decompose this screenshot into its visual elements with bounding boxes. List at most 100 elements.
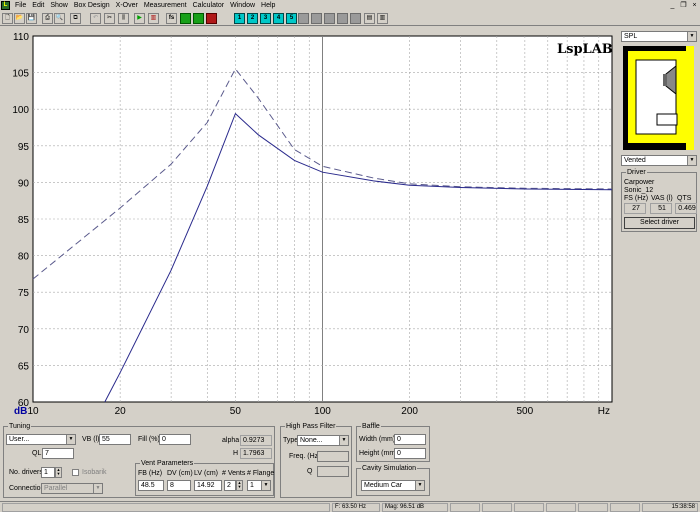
new-file-icon[interactable]: 🗋 <box>2 13 13 24</box>
ql-input[interactable]: 7 <box>42 448 74 459</box>
vents-spinner[interactable]: ▲ ▼ <box>236 480 243 491</box>
slot-2-icon[interactable] <box>311 13 322 24</box>
h-value: 1.7963 <box>240 448 272 459</box>
menu-box-design[interactable]: Box Design <box>71 0 113 11</box>
x-tick-label: 10 <box>27 406 39 417</box>
y-tick-label: 70 <box>18 325 30 336</box>
y-tick-label: 65 <box>18 361 30 372</box>
menu-calculator[interactable]: Calculator <box>190 0 228 11</box>
y-tick-label: 105 <box>12 69 29 80</box>
baffle-title: Baffle <box>361 423 381 430</box>
view-select[interactable]: SPL ▼ <box>621 31 697 42</box>
vents-input[interactable]: 2 <box>224 480 236 491</box>
status-empty <box>2 503 330 512</box>
status-frequency: F: 63.50 Hz <box>332 503 380 512</box>
high-pass-group: High Pass Filter Type None... ▼ Freq. (H… <box>280 423 352 498</box>
fb-input[interactable]: 48.5 <box>138 480 164 491</box>
menu-measurement[interactable]: Measurement <box>141 0 190 11</box>
status-cell-8 <box>610 503 640 512</box>
open-folder-icon[interactable]: 📂 <box>14 13 25 24</box>
preset-3-button[interactable]: 3 <box>260 13 271 24</box>
menu-edit[interactable]: Edit <box>29 0 47 11</box>
tuning-group: Tuning User... ▼ VB (l) 55 Fill (%) 0 QL… <box>3 423 275 498</box>
print-icon[interactable]: ⎙ <box>42 13 53 24</box>
hp-type-select[interactable]: None... ▼ <box>297 435 349 446</box>
no-drivers-spinner[interactable]: ▲ ▼ <box>55 467 62 478</box>
box-diagram <box>623 46 694 150</box>
baffle-height-input[interactable]: 0 <box>394 448 426 459</box>
spl-chart-area: 110 105 100 95 90 85 80 75 70 65 60 10 20 50 100 200 500… <box>0 28 616 420</box>
flange-select[interactable]: 1 ▼ <box>247 480 271 491</box>
view-select-value: SPL <box>624 33 638 40</box>
preset-5-button[interactable]: 5 <box>286 13 297 24</box>
slot-1-icon[interactable] <box>298 13 309 24</box>
menu-x-over[interactable]: X-Over <box>113 0 141 11</box>
horizontal-split-icon[interactable]: ▤ <box>364 13 375 24</box>
menu-file[interactable]: File <box>12 0 29 11</box>
slot-4-icon[interactable] <box>337 13 348 24</box>
minimize-icon[interactable]: _ <box>668 1 677 10</box>
hp-q-input[interactable] <box>317 466 349 477</box>
status-magnitude: Mag: 96.51 dB <box>382 503 448 512</box>
close-icon[interactable]: × <box>690 1 699 10</box>
isobarik-checkbox[interactable] <box>72 469 79 476</box>
baffle-width-input[interactable]: 0 <box>394 434 426 445</box>
menu-show[interactable]: Show <box>47 0 71 11</box>
menu-window[interactable]: Window <box>227 0 258 11</box>
cavity-select[interactable]: Medium Car ▼ <box>361 480 425 491</box>
fs-button[interactable]: fs <box>166 13 177 24</box>
save-icon[interactable]: 💾 <box>26 13 37 24</box>
app-icon[interactable]: L <box>1 1 10 10</box>
right-panel: SPL ▼ Vented ▼ Driver Carpower Sonic_12 … <box>619 28 700 420</box>
copy-icon[interactable]: ⧉ <box>70 13 81 24</box>
y-tick-label: 75 <box>18 288 30 299</box>
lv-header: LV (cm) <box>194 470 218 477</box>
print-preview-icon[interactable]: 🔍 <box>54 13 65 24</box>
slot-5-icon[interactable] <box>350 13 361 24</box>
connection-select[interactable]: Parallel ▼ <box>41 483 103 494</box>
fill-input[interactable]: 0 <box>159 434 191 445</box>
record-green-icon[interactable] <box>180 13 191 24</box>
hp-freq-input[interactable] <box>317 451 349 462</box>
y-tick-label: 100 <box>12 105 29 116</box>
high-pass-title: High Pass Filter <box>285 423 337 430</box>
preset-1-button[interactable]: 1 <box>234 13 245 24</box>
no-drivers-input[interactable]: 1 <box>41 467 55 478</box>
vent-parameters-group: Vent Parameters FB (Hz) DV (cm) LV (cm) … <box>135 460 274 496</box>
lv-input[interactable]: 14.92 <box>194 480 222 491</box>
y-tick-label: 110 <box>13 32 29 43</box>
bars-icon[interactable]: ⫼ <box>118 13 129 24</box>
box-type-select[interactable]: Vented ▼ <box>621 155 697 166</box>
cavity-value: Medium Car <box>364 482 403 489</box>
bar-chart-icon[interactable]: ▥ <box>148 13 159 24</box>
chevron-down-icon: ▼ <box>93 484 102 493</box>
vertical-split-icon[interactable]: ▥ <box>377 13 388 24</box>
y-tick-label: 95 <box>18 142 30 153</box>
preset-2-button[interactable]: 2 <box>247 13 258 24</box>
dv-input[interactable]: 8 <box>167 480 191 491</box>
spl-chart[interactable]: 110105100959085807570656010 20 50 100 200 500… <box>0 28 616 420</box>
run-icon[interactable]: ▶ <box>134 13 145 24</box>
tuning-mode-select[interactable]: User... ▼ <box>6 434 76 445</box>
chevron-down-icon: ▼ <box>66 435 75 444</box>
vb-input[interactable]: 55 <box>99 434 131 445</box>
x-tick-label: 20 <box>115 406 127 417</box>
restore-icon[interactable]: ❐ <box>679 1 688 10</box>
stop-icon[interactable] <box>206 13 217 24</box>
hp-type-value: None... <box>300 437 323 444</box>
preset-4-button[interactable]: 4 <box>273 13 284 24</box>
status-bar: F: 63.50 Hz Mag: 96.51 dB 15:38:58 <box>0 501 700 512</box>
chevron-down-icon: ▼ <box>415 481 424 490</box>
menu-help[interactable]: Help <box>258 0 278 11</box>
select-driver-button[interactable]: Select driver <box>624 217 695 229</box>
chevron-down-icon: ▼ <box>687 32 696 41</box>
tuning-title: Tuning <box>8 423 32 430</box>
dv-header: DV (cm) <box>167 470 193 477</box>
qts-header: QTS <box>677 195 692 202</box>
cut-icon[interactable]: ✂ <box>104 13 115 24</box>
y-tick-label: 80 <box>18 252 30 263</box>
hp-freq-label: Freq. (Hz) <box>289 453 321 460</box>
record-green-2-icon[interactable] <box>193 13 204 24</box>
undo-icon[interactable]: ↶ <box>90 13 101 24</box>
slot-3-icon[interactable] <box>324 13 335 24</box>
